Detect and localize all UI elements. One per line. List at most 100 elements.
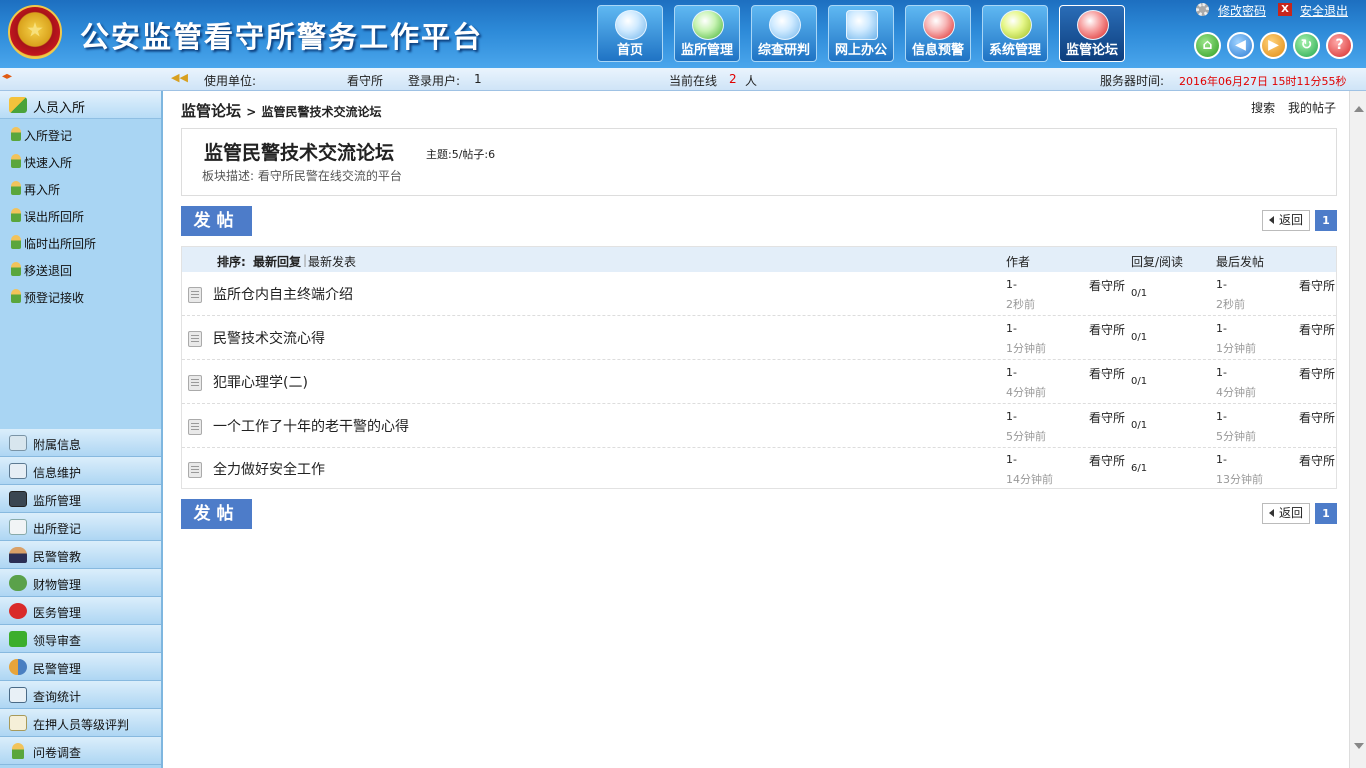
thread-subject[interactable]: 一个工作了十年的老干警的心得 (213, 416, 409, 436)
user-value: 1 (474, 72, 482, 86)
sidebar-item-officer-management[interactable]: 民警管理 (0, 653, 161, 681)
column-last-post: 最后发帖 (1216, 255, 1265, 269)
sidebar-item-survey[interactable]: 问卷调查 (0, 737, 161, 765)
last-poster-name[interactable]: 看守所 (1299, 321, 1335, 338)
sidebar-item-admission-register[interactable]: 入所登记 (0, 120, 161, 147)
author-name[interactable]: 看守所 (1089, 409, 1125, 426)
close-icon: X (1278, 3, 1292, 16)
last-poster-id: 1- (1216, 322, 1227, 335)
document-icon (188, 375, 202, 391)
last-poster-name[interactable]: 看守所 (1299, 452, 1335, 469)
document-icon (188, 287, 202, 303)
search-link[interactable]: 搜索 (1251, 101, 1275, 115)
online-count: 2 (729, 72, 737, 86)
home-round-button[interactable]: ⌂ (1194, 32, 1221, 59)
breadcrumb-root[interactable]: 监管论坛 (181, 102, 241, 120)
sidebar-item-prison-management[interactable]: 监所管理 (0, 485, 161, 513)
thread-subject[interactable]: 犯罪心理学(二) (213, 372, 308, 392)
sidebar-item-officer-discipline[interactable]: 民警管教 (0, 541, 161, 569)
person-add-icon (9, 97, 27, 113)
back-button-bottom[interactable]: 返回 (1262, 503, 1310, 524)
table-row: 监所仓内自主终端介绍 1- 2秒前 看守所 0/1 1- 2秒前 看守所 (182, 272, 1336, 316)
scroll-down-icon[interactable] (1354, 743, 1364, 749)
vertical-scrollbar[interactable] (1349, 91, 1366, 768)
my-posts-link[interactable]: 我的帖子 (1288, 101, 1336, 115)
author-name[interactable]: 看守所 (1089, 321, 1125, 338)
sidebar-item-transfer-return[interactable]: 移送退回 (0, 255, 161, 282)
author-name[interactable]: 看守所 (1089, 277, 1125, 294)
thread-subject[interactable]: 监所仓内自主终端介绍 (213, 284, 353, 304)
sidebar-item-readmission[interactable]: 再入所 (0, 174, 161, 201)
help-round-button[interactable]: ? (1326, 32, 1353, 59)
last-post-time: 4分钟前 (1216, 386, 1256, 399)
sidebar-item-release-register[interactable]: 出所登记 (0, 513, 161, 541)
sidebar-item-medical-management[interactable]: 医务管理 (0, 597, 161, 625)
nav-prison-management[interactable]: 监所管理 (674, 5, 740, 62)
last-poster-name[interactable]: 看守所 (1299, 409, 1335, 426)
help-icon: ? (1335, 37, 1344, 53)
thread-subject[interactable]: 全力做好安全工作 (213, 459, 325, 479)
server-time-value: 2016年06月27日 15时11分55秒 (1179, 75, 1347, 88)
forward-round-button[interactable]: ▶ (1260, 32, 1287, 59)
info-bar: ◂▸ ◀◀ 使用单位: 看守所 登录用户: 1 当前在线 2 人 服务器时间: … (0, 68, 1366, 91)
sidebar-item-preregistration-receive[interactable]: 预登记接收 (0, 282, 161, 309)
attachment-icon (9, 435, 27, 451)
nav-forum[interactable]: 监管论坛 (1059, 5, 1125, 62)
sidebar: 人员入所 入所登记 快速入所 再入所 误出所回所 临时出所回所 移送退回 预登记… (0, 91, 163, 768)
last-post-time: 2秒前 (1216, 298, 1245, 311)
reply-read-count: 0/1 (1131, 288, 1148, 299)
refresh-round-button[interactable]: ↻ (1293, 32, 1320, 59)
author-name[interactable]: 看守所 (1089, 365, 1125, 382)
gear-icon (1000, 10, 1032, 40)
unit-value: 看守所 (347, 74, 384, 88)
sidebar-item-attached-info[interactable]: 附属信息 (0, 429, 161, 457)
nav-alert[interactable]: 信息预警 (905, 5, 971, 62)
sidebar-item-query-statistics[interactable]: 查询统计 (0, 681, 161, 709)
reply-read-count: 0/1 (1131, 332, 1148, 343)
table-row: 民警技术交流心得 1- 1分钟前 看守所 0/1 1- 1分钟前 看守所 (182, 316, 1336, 360)
change-password-link[interactable]: 修改密码 (1218, 2, 1266, 19)
person-icon (11, 154, 21, 168)
sidebar-item-mistaken-release-return[interactable]: 误出所回所 (0, 201, 161, 228)
document-icon (188, 462, 202, 478)
forum-info-box: 监管民警技术交流论坛 主题:5/帖子:6 板块描述: 看守所民警在线交流的平台 (181, 128, 1337, 196)
column-replies: 回复/阅读 (1131, 255, 1184, 269)
nav-office[interactable]: 网上办公 (828, 5, 894, 62)
sort-latest-reply[interactable]: 最新回复 (253, 253, 301, 270)
author-id: 1- (1006, 410, 1017, 423)
last-poster-name[interactable]: 看守所 (1299, 365, 1335, 382)
back-button[interactable]: 返回 (1262, 210, 1310, 231)
logout-link[interactable]: 安全退出 (1300, 2, 1348, 19)
users-icon (9, 659, 27, 675)
sidebar-item-temporary-leave-return[interactable]: 临时出所回所 (0, 228, 161, 255)
sidebar-item-quick-admission[interactable]: 快速入所 (0, 147, 161, 174)
sidebar-item-detainee-rating[interactable]: 在押人员等级评判 (0, 709, 161, 737)
page-number-button-bottom[interactable]: 1 (1315, 503, 1337, 524)
nav-investigation[interactable]: 综查研判 (751, 5, 817, 62)
magnifier-icon (769, 10, 801, 40)
nav-home[interactable]: 首页 (597, 5, 663, 62)
sidebar-section-admission[interactable]: 人员入所 (0, 91, 161, 119)
sidebar-item-leader-review[interactable]: 领导审查 (0, 625, 161, 653)
scroll-up-icon[interactable] (1354, 106, 1364, 112)
author-time: 2秒前 (1006, 298, 1035, 311)
sidebar-item-info-maintenance[interactable]: 信息维护 (0, 457, 161, 485)
new-post-button[interactable]: 发帖 (181, 206, 252, 236)
online-label: 当前在线 (669, 74, 718, 88)
author-name[interactable]: 看守所 (1089, 452, 1125, 469)
author-id: 1- (1006, 322, 1017, 335)
toggle-arrows-icon[interactable]: ◂▸ (2, 71, 12, 82)
forum-description: 板块描述: 看守所民警在线交流的平台 (202, 169, 402, 183)
id-card-icon (9, 463, 27, 479)
back-round-button[interactable]: ◀ (1227, 32, 1254, 59)
sort-latest-post[interactable]: 最新发表 (308, 253, 356, 270)
last-post-time: 5分钟前 (1216, 430, 1256, 443)
last-poster-name[interactable]: 看守所 (1299, 277, 1335, 294)
table-header: 排序: 最新回复 | 最新发表 作者 回复/阅读 最后发帖 (182, 247, 1336, 272)
collapse-sidebar-icon[interactable]: ◀◀ (171, 71, 188, 84)
page-number-button[interactable]: 1 (1315, 210, 1337, 231)
thread-subject[interactable]: 民警技术交流心得 (213, 328, 325, 348)
new-post-button-bottom[interactable]: 发帖 (181, 499, 252, 529)
nav-system[interactable]: 系统管理 (982, 5, 1048, 62)
sidebar-item-property-management[interactable]: 财物管理 (0, 569, 161, 597)
